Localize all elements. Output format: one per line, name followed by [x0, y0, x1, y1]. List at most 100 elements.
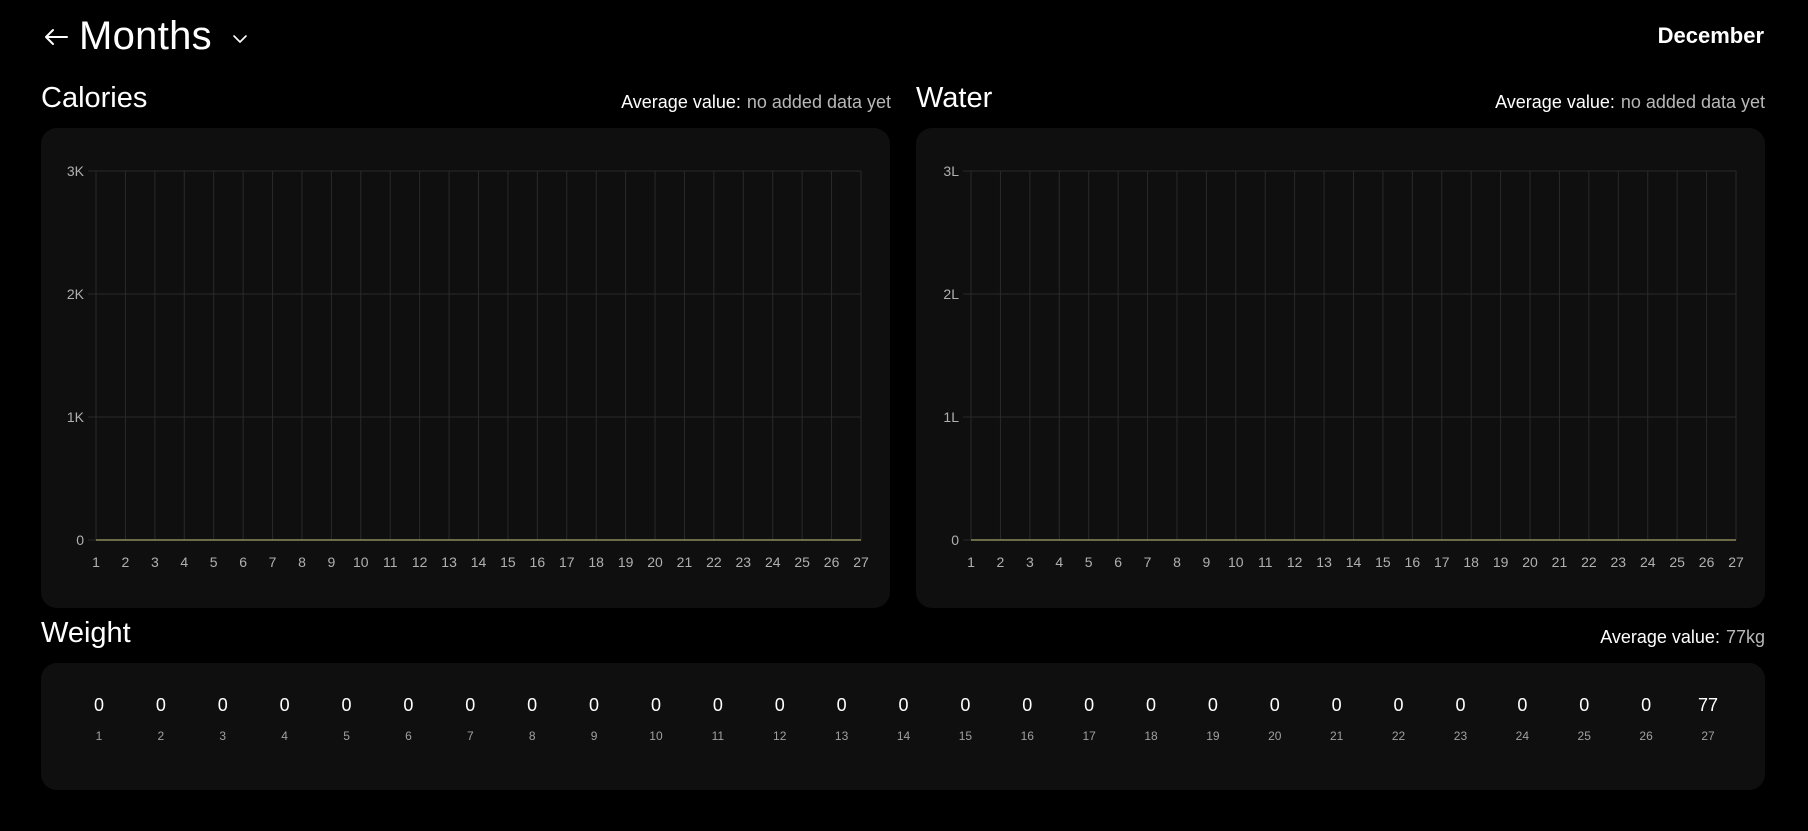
x-tick-label: 11 [383, 554, 398, 570]
x-tick-label: 8 [298, 554, 306, 570]
weight-day-label: 17 [1082, 729, 1096, 743]
weight-day-label: 16 [1020, 729, 1034, 743]
y-tick-label: 0 [951, 532, 959, 548]
x-tick-label: 22 [1581, 554, 1597, 570]
x-tick-label: 27 [853, 554, 869, 570]
water-title: Water [916, 82, 993, 114]
weight-average: Average value: 77kg [1600, 627, 1765, 648]
x-tick-label: 19 [618, 554, 634, 570]
weight-day-label: 3 [219, 729, 227, 743]
weight-value: 0 [1022, 695, 1033, 715]
weight-day-label: 23 [1453, 729, 1468, 743]
x-tick-label: 26 [1699, 554, 1715, 570]
weight-day-label: 6 [405, 729, 412, 743]
weight-value: 0 [1641, 695, 1652, 715]
x-tick-label: 2 [997, 554, 1005, 570]
x-tick-label: 11 [1258, 554, 1273, 570]
x-tick-label: 1 [92, 554, 100, 570]
x-tick-label: 10 [1228, 554, 1244, 570]
weight-value: 0 [527, 695, 538, 715]
y-tick-label: 3K [67, 163, 85, 179]
weight-average-value: 77kg [1725, 627, 1765, 647]
x-tick-label: 20 [647, 554, 663, 570]
weight-day-label: 8 [528, 729, 536, 743]
weight-day-label: 1 [95, 729, 103, 743]
weight-title: Weight [41, 617, 131, 649]
back-arrow-icon[interactable] [41, 22, 71, 52]
x-tick-label: 15 [1375, 554, 1391, 570]
calories-average: Average value: no added data yet [621, 92, 891, 113]
weight-value: 0 [1146, 695, 1157, 715]
water-average-value: no added data yet [1620, 92, 1765, 112]
weight-day-label: 24 [1515, 729, 1530, 743]
x-tick-label: 14 [471, 554, 487, 570]
x-tick-label: 4 [1055, 554, 1063, 570]
x-tick-label: 27 [1728, 554, 1744, 570]
weight-value: 0 [774, 695, 785, 715]
y-tick-label: 3L [943, 163, 959, 179]
x-tick-label: 12 [412, 554, 428, 570]
x-tick-label: 14 [1346, 554, 1362, 570]
weight-day-label: 9 [590, 729, 598, 743]
weight-value: 0 [1331, 695, 1342, 715]
x-tick-label: 19 [1493, 554, 1509, 570]
weight-value: 0 [465, 695, 476, 715]
weight-day-label: 18 [1144, 729, 1158, 743]
x-tick-label: 24 [1640, 554, 1656, 570]
weight-value: 0 [712, 695, 723, 715]
x-tick-label: 12 [1287, 554, 1303, 570]
x-tick-label: 7 [1144, 554, 1152, 570]
weight-day-label: 7 [466, 729, 474, 743]
x-tick-label: 1 [967, 554, 975, 570]
weight-value: 0 [279, 695, 290, 715]
weight-value: 0 [217, 695, 228, 715]
weight-list: 0 1 0 2 0 3 0 4 0 5 0 6 0 7 0 8 0 9 0 10 0 11 0 12 0 13 0 14 0 15 0 16 0… [41, 663, 1765, 790]
x-tick-label: 23 [1611, 554, 1627, 570]
x-tick-label: 22 [706, 554, 722, 570]
x-tick-label: 3 [151, 554, 159, 570]
weight-day-label: 4 [281, 729, 288, 743]
weight-value: 0 [403, 695, 414, 715]
header-bar: Months [41, 14, 252, 59]
calories-average-label: Average value: [621, 92, 741, 112]
x-tick-label: 15 [500, 554, 516, 570]
weight-day-label: 5 [343, 729, 350, 743]
y-tick-label: 1L [943, 409, 959, 425]
weight-value: 0 [1269, 695, 1280, 715]
weight-day-label: 13 [834, 729, 849, 743]
chevron-down-icon[interactable] [228, 27, 252, 51]
x-tick-label: 18 [588, 554, 604, 570]
y-tick-label: 1K [67, 409, 85, 425]
x-tick-label: 7 [269, 554, 277, 570]
water-average-label: Average value: [1495, 92, 1615, 112]
calories-chart: 01K2K3K1 2 3 4 5 6 7 8 9 10 11 12 13 14 15 16 17 18 19 20 21… [67, 163, 869, 570]
x-tick-label: 24 [765, 554, 781, 570]
x-tick-label: 3 [1026, 554, 1034, 570]
y-tick-label: 2K [67, 286, 85, 302]
x-tick-label: 9 [1202, 554, 1210, 570]
weight-value: 0 [1579, 695, 1590, 715]
weight-day-label: 27 [1701, 729, 1715, 743]
weight-day-label: 20 [1268, 729, 1282, 743]
weight-day-label: 21 [1330, 729, 1344, 743]
x-tick-label: 4 [180, 554, 188, 570]
water-chart: 01L2L3L1 2 3 4 5 6 7 8 9 10 11 12 13 14 15 16 17 18 19 20 21… [943, 163, 1744, 570]
weight-panel: 0 1 0 2 0 3 0 4 0 5 0 6 0 7 0 8 0 9 0 10 0 11 0 12 0 13 0 14 0 15 0 16 0… [41, 663, 1765, 790]
x-tick-label: 20 [1522, 554, 1538, 570]
x-tick-label: 13 [441, 554, 457, 570]
weight-day-label: 26 [1639, 729, 1653, 743]
weight-value: 0 [836, 695, 847, 715]
weight-value: 0 [589, 695, 600, 715]
x-tick-label: 26 [824, 554, 840, 570]
weight-day-label: 25 [1577, 729, 1591, 743]
x-tick-label: 21 [677, 554, 693, 570]
y-tick-label: 0 [76, 532, 84, 548]
weight-value: 0 [155, 695, 166, 715]
x-tick-label: 8 [1173, 554, 1181, 570]
x-tick-label: 17 [559, 554, 575, 570]
x-tick-label: 16 [530, 554, 546, 570]
x-tick-label: 10 [353, 554, 369, 570]
water-chart-panel: 0 1L 2L 3L 1 2 3 4 5 6 7 8 9 10 11 12 13 14 15 16 17 18 19 20 21… [916, 128, 1765, 608]
weight-day-label: 19 [1206, 729, 1220, 743]
x-tick-label: 17 [1434, 554, 1450, 570]
